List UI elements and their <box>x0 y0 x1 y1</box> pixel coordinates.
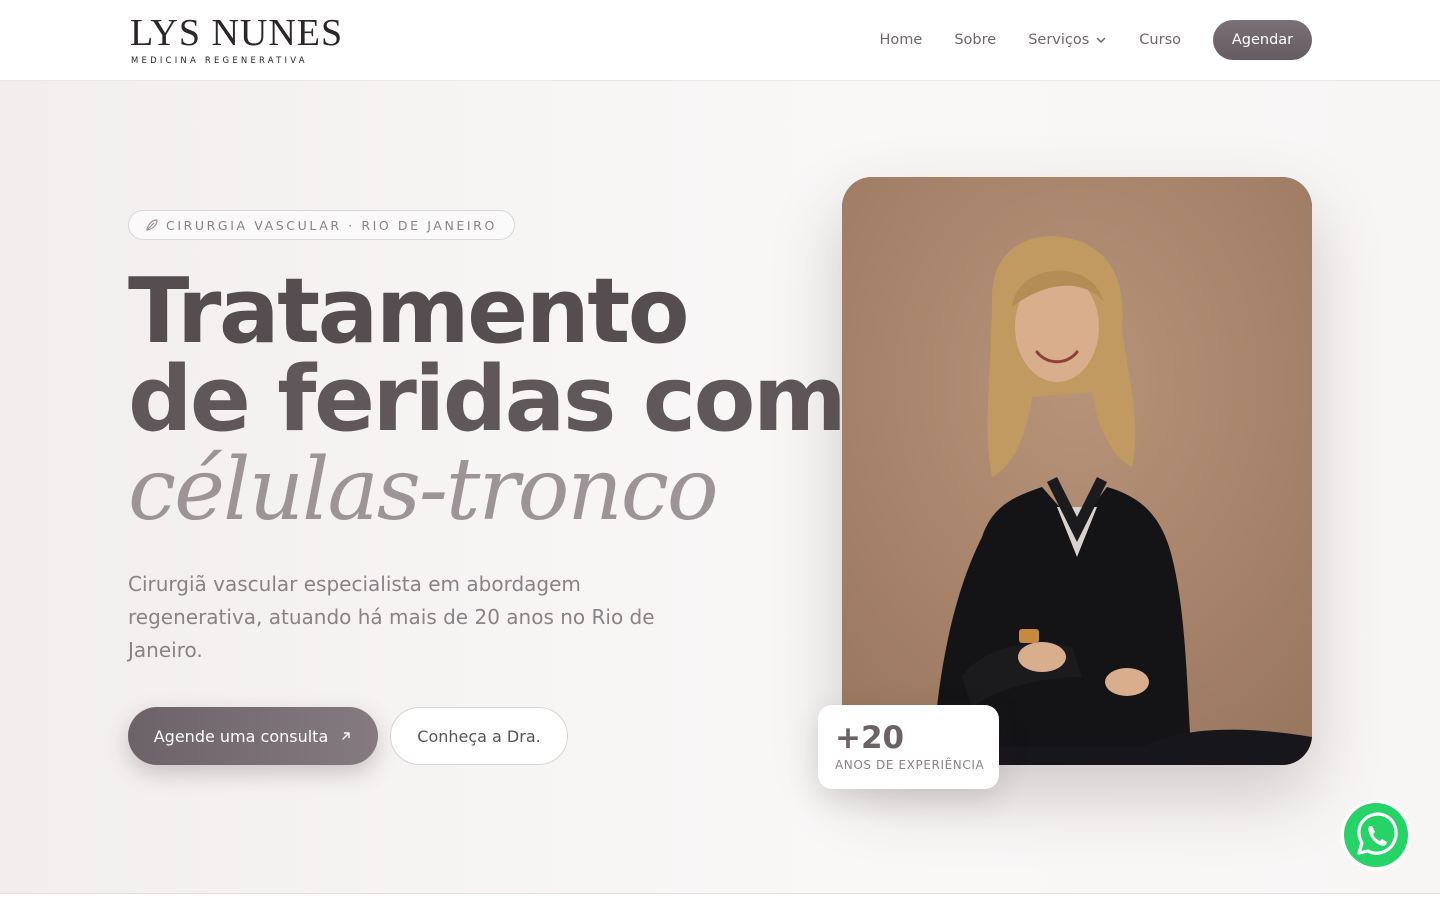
experience-label: ANOS DE EXPERIÊNCIA <box>835 758 985 772</box>
doctor-photo <box>842 177 1312 765</box>
hero-title-line1: Tratamento <box>128 259 690 364</box>
nav-servicos-label: Serviços <box>1028 32 1090 48</box>
leaf-icon <box>146 219 158 231</box>
schedule-consultation-button[interactable]: Agende uma consulta <box>128 707 378 765</box>
whatsapp-icon[interactable] <box>1340 799 1412 871</box>
doctor-portrait-illustration <box>842 177 1312 765</box>
specialty-badge: CIRURGIA VASCULAR · RIO DE JANEIRO <box>128 210 515 240</box>
chevron-down-icon <box>1097 37 1106 43</box>
schedule-consultation-label: Agende uma consulta <box>153 726 329 746</box>
nav-home-label: Home <box>879 32 923 48</box>
main-nav: Home Sobre Serviços Curso Agendar <box>880 0 1312 80</box>
logo-wordmark: LYS NUNES <box>130 12 344 54</box>
experience-card: +20 ANOS DE EXPERIÊNCIA <box>818 705 999 789</box>
nav-sobre[interactable]: Sobre <box>954 32 996 48</box>
nav-curso[interactable]: Curso <box>1139 32 1181 48</box>
logo-tagline: MEDICINA REGENERATIVA <box>131 56 308 66</box>
agendar-button[interactable]: Agendar <box>1213 20 1312 60</box>
nav-servicos[interactable]: Serviços <box>1028 32 1107 48</box>
meet-doctor-button[interactable]: Conheça a Dra. <box>390 707 568 765</box>
nav-home[interactable]: Home <box>880 32 923 48</box>
arrow-up-right-icon <box>342 732 350 740</box>
badge-text: CIRURGIA VASCULAR · RIO DE JANEIRO <box>166 217 497 233</box>
nav-curso-label: Curso <box>1139 32 1181 48</box>
nav-sobre-label: Sobre <box>954 32 997 48</box>
logo[interactable]: LYS NUNES MEDICINA REGENERATIVA <box>130 12 342 68</box>
site-header: LYS NUNES MEDICINA REGENERATIVA Home Sob… <box>0 0 1440 81</box>
hero-title-line2: de feridas com <box>128 347 847 452</box>
hero-title-italic: células-tronco <box>128 440 719 540</box>
hero-description: Cirurgiã vascular especialista em aborda… <box>128 572 655 662</box>
hero-title: Tratamento de feridas com <box>128 259 847 452</box>
section-divider <box>0 893 1440 900</box>
experience-number: +20 <box>835 720 905 756</box>
